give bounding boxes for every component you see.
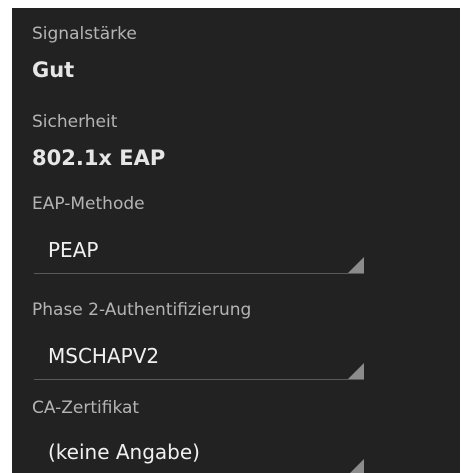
eap-method-dropdown[interactable]: PEAP bbox=[34, 228, 364, 274]
eap-method-label: EAP-Methode bbox=[32, 194, 145, 214]
security-value: 802.1x EAP bbox=[32, 146, 166, 170]
signal-strength-value: Gut bbox=[32, 58, 75, 82]
ca-certificate-label: CA-Zertifikat bbox=[32, 398, 140, 418]
eap-method-underline bbox=[34, 273, 364, 274]
ca-certificate-selected-value: (keine Angabe) bbox=[48, 440, 200, 464]
dropdown-triangle-icon bbox=[348, 257, 364, 273]
phase2-auth-selected-value: MSCHAPV2 bbox=[48, 344, 160, 368]
phase2-auth-dropdown[interactable]: MSCHAPV2 bbox=[34, 334, 364, 380]
security-label: Sicherheit bbox=[32, 112, 118, 132]
phase2-auth-underline bbox=[34, 379, 364, 380]
wifi-network-details-panel: Signalstärke Gut Sicherheit 802.1x EAP E… bbox=[12, 8, 460, 473]
eap-method-selected-value: PEAP bbox=[48, 238, 99, 262]
phase2-auth-label: Phase 2-Authentifizierung bbox=[32, 300, 252, 320]
dropdown-triangle-icon bbox=[348, 363, 364, 379]
dropdown-triangle-icon bbox=[348, 459, 364, 473]
signal-strength-label: Signalstärke bbox=[32, 24, 137, 44]
ca-certificate-dropdown[interactable]: (keine Angabe) bbox=[34, 430, 364, 473]
